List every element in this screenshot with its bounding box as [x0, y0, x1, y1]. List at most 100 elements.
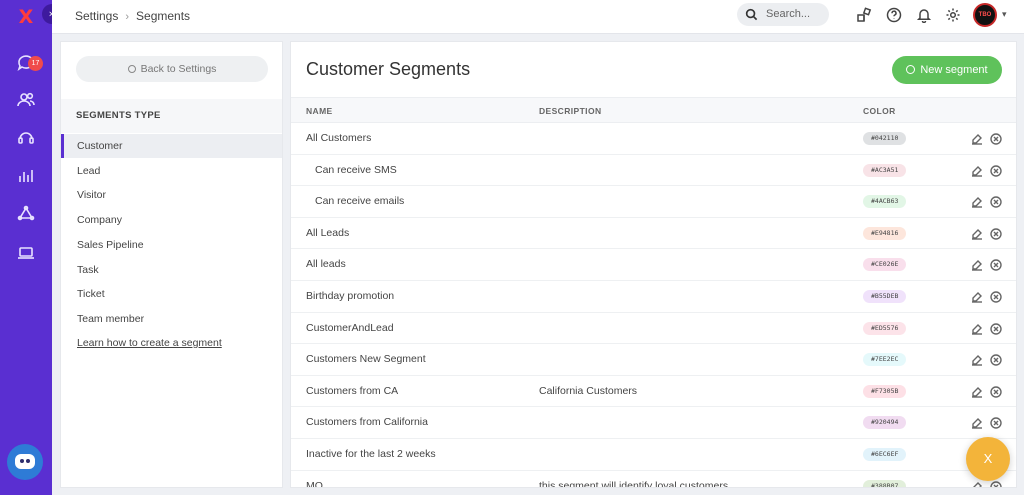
segment-type-item[interactable]: Visitor [61, 183, 282, 207]
delete-icon[interactable] [990, 385, 1002, 398]
desktop-icon[interactable] [16, 243, 36, 263]
color-badge: #E94816 [863, 226, 907, 240]
edit-icon[interactable] [971, 385, 983, 398]
table-row[interactable]: Can receive SMS #AC3A51 [291, 155, 1016, 187]
segment-name[interactable]: MO [306, 480, 323, 487]
table-row[interactable]: All leads #CE026E [291, 249, 1016, 281]
search-placeholder: Search... [766, 8, 811, 20]
column-color[interactable]: COLOR [863, 106, 896, 116]
breadcrumb-settings[interactable]: Settings [75, 9, 118, 23]
widgets-icon[interactable] [856, 7, 872, 23]
edit-icon[interactable] [971, 132, 983, 145]
table-row[interactable]: Can receive emails #4ACB63 [291, 186, 1016, 218]
color-badge: #7EE2EC [863, 353, 907, 367]
segment-name[interactable]: Can receive emails [315, 195, 404, 207]
avatar[interactable]: TBO [973, 3, 997, 27]
support-icon[interactable] [16, 128, 36, 148]
edit-icon[interactable] [971, 164, 983, 177]
color-badge: #4ACB63 [863, 195, 907, 209]
column-name[interactable]: NAME [306, 106, 333, 116]
edit-icon[interactable] [971, 416, 983, 430]
table-row[interactable]: Customers from CA California Customers #F7… [291, 376, 1016, 408]
back-to-settings-button[interactable]: Back to Settings [76, 56, 268, 82]
back-circle-icon [127, 65, 136, 73]
app-sidebar: X 17 [0, 0, 52, 495]
help-icon[interactable] [886, 7, 902, 23]
segment-name[interactable]: Can receive SMS [315, 164, 397, 176]
edit-icon[interactable] [971, 353, 983, 366]
delete-icon[interactable] [990, 132, 1002, 145]
table-header: NAME DESCRIPTION COLOR [291, 97, 1016, 123]
column-description[interactable]: DESCRIPTION [539, 106, 602, 116]
delete-icon[interactable] [990, 416, 1002, 430]
customer-segments-panel: Customer Segments New segment NAME DESCR… [290, 41, 1017, 488]
segment-type-item[interactable]: Company [61, 208, 282, 232]
chatbot-avatar-icon[interactable] [7, 444, 43, 480]
app-logo[interactable]: X [16, 7, 36, 27]
color-badge: #F7305B [863, 384, 907, 398]
floating-action-button[interactable]: X [966, 437, 1010, 481]
delete-icon[interactable] [990, 480, 1002, 487]
color-badge: #042110 [863, 132, 907, 145]
automation-icon[interactable] [16, 205, 36, 225]
edit-icon[interactable] [971, 480, 983, 487]
segment-description: California Customers [539, 384, 638, 397]
search-input[interactable]: Search... [737, 3, 829, 26]
segment-description: this segment will identify loyal custome… [539, 479, 729, 488]
learn-create-segment-link[interactable]: Learn how to create a segment [77, 337, 222, 349]
edit-icon[interactable] [971, 290, 983, 303]
segment-name[interactable]: Customers New Segment [306, 353, 426, 365]
chevron-down-icon[interactable]: ▾ [1002, 9, 1007, 20]
table-row[interactable]: CustomerAndLead #ED5576 [291, 313, 1016, 345]
color-badge: #920494 [863, 416, 907, 430]
segment-name[interactable]: Customers from CA [306, 385, 398, 397]
segment-type-item[interactable]: Ticket [61, 282, 282, 306]
chat-badge: 17 [28, 56, 43, 71]
color-badge: #ED5576 [863, 321, 907, 335]
segment-name[interactable]: CustomerAndLead [306, 322, 394, 334]
segment-type-item[interactable]: Task [61, 258, 282, 282]
back-to-settings-label: Back to Settings [140, 63, 217, 75]
table-row[interactable]: Birthday promotion #B55DEB [291, 281, 1016, 313]
segment-name[interactable]: All leads [306, 258, 346, 270]
segment-type-item[interactable]: Customer [61, 134, 282, 158]
breadcrumb-current: Segments [136, 9, 191, 23]
edit-icon[interactable] [971, 195, 983, 208]
table-row[interactable]: MO this segment will identify loyal custo… [291, 471, 1016, 488]
table-row[interactable]: All Leads #E94816 [291, 218, 1016, 250]
delete-icon[interactable] [990, 227, 1002, 240]
edit-icon[interactable] [971, 227, 983, 240]
table-row[interactable]: Customers New Segment #7EE2EC [291, 344, 1016, 376]
breadcrumb-separator: › [125, 11, 130, 23]
segment-name[interactable]: Customers from California [306, 416, 428, 428]
delete-icon[interactable] [990, 164, 1002, 177]
gear-icon[interactable] [945, 7, 961, 23]
search-icon [745, 8, 758, 21]
segment-name[interactable]: All Customers [306, 132, 371, 144]
color-badge: #AC3A51 [863, 163, 907, 177]
table-row[interactable]: All Customers #042110 [291, 123, 1016, 155]
segment-type-item[interactable]: Team member [61, 307, 282, 331]
segment-name[interactable]: Inactive for the last 2 weeks [306, 448, 436, 460]
new-segment-label: New segment [920, 64, 988, 76]
new-segment-button[interactable]: New segment [892, 56, 1002, 84]
segment-name[interactable]: Birthday promotion [306, 290, 394, 302]
edit-icon[interactable] [971, 258, 983, 272]
edit-icon[interactable] [971, 322, 983, 335]
delete-icon[interactable] [990, 258, 1002, 272]
delete-icon[interactable] [990, 322, 1002, 335]
color-badge: #6EC6EF [863, 448, 907, 461]
reports-icon[interactable] [16, 166, 36, 186]
segment-type-item[interactable]: Sales Pipeline [61, 233, 282, 257]
segment-name[interactable]: All Leads [306, 227, 349, 239]
delete-icon[interactable] [990, 195, 1002, 208]
bell-icon[interactable] [916, 7, 932, 24]
delete-icon[interactable] [990, 353, 1002, 366]
delete-icon[interactable] [990, 290, 1002, 303]
table-row[interactable]: Customers from California #920494 [291, 407, 1016, 439]
segment-type-item[interactable]: Lead [61, 159, 282, 183]
contacts-icon[interactable] [16, 90, 36, 110]
color-badge: #388B07 [863, 479, 907, 487]
table-row[interactable]: Inactive for the last 2 weeks #6EC6EF [291, 439, 1016, 471]
breadcrumb: Settings › Segments [75, 9, 190, 23]
